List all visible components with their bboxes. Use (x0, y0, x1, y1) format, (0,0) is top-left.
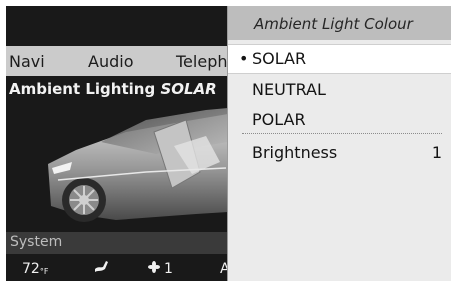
temperature-value: 72 (22, 261, 40, 277)
temperature-unit: °F (39, 267, 49, 276)
climate-bar: 72°F 1 A (6, 256, 230, 281)
option-label: SOLAR (252, 49, 307, 68)
menu-title: Ambient Light Colour (254, 15, 413, 33)
system-menu-bar[interactable]: System (6, 232, 228, 254)
temperature-readout[interactable]: 72°F (22, 261, 48, 277)
option-solar[interactable]: • SOLAR (228, 44, 451, 74)
selected-bullet-icon: • (239, 49, 249, 68)
ambient-lighting-label: Ambient Lighting (9, 80, 156, 98)
brightness-label: Brightness (252, 143, 338, 162)
tab-telephone[interactable]: Teleph (176, 52, 227, 71)
tab-navi[interactable]: Navi (9, 52, 45, 71)
menu-title-bar: Ambient Light Colour (228, 6, 451, 40)
car-interior-icon (48, 108, 228, 222)
ambient-light-colour-menu: Ambient Light Colour • SOLAR NEUTRAL POL… (227, 6, 451, 281)
option-label: NEUTRAL (252, 80, 326, 99)
fan-level: 1 (164, 261, 173, 277)
main-tab-bar: Navi Audio Teleph (6, 46, 234, 76)
option-label: POLAR (252, 110, 306, 129)
menu-divider (242, 133, 442, 134)
fan-icon[interactable] (148, 261, 160, 277)
brightness-item[interactable]: Brightness 1 (228, 139, 451, 167)
option-neutral[interactable]: NEUTRAL (228, 76, 451, 104)
ambient-lighting-value: SOLAR (160, 80, 217, 98)
seat-heating-icon[interactable] (92, 260, 110, 280)
ambient-lighting-title: Ambient Lighting SOLAR (9, 80, 217, 98)
head-unit-screen: Navi Audio Teleph Ambient Lighting SOLAR (6, 6, 451, 281)
system-label: System (10, 234, 63, 250)
tab-audio[interactable]: Audio (88, 52, 133, 71)
car-illustration (6, 102, 228, 230)
option-polar[interactable]: POLAR (228, 106, 451, 134)
brightness-value: 1 (431, 143, 442, 162)
